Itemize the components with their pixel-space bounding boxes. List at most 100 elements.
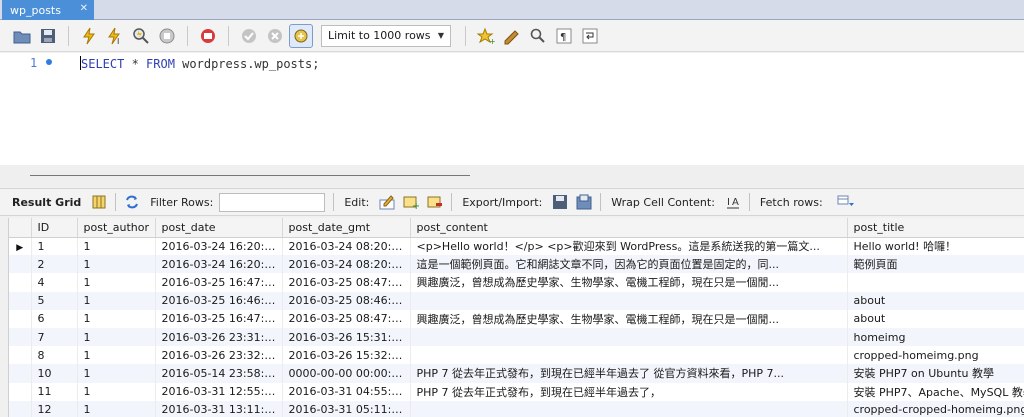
editor-horizontal-scrollbar[interactable] — [0, 165, 1024, 186]
fetch-rows-icon[interactable] — [837, 193, 855, 211]
result-grid-button[interactable]: Result Grid — [12, 196, 81, 209]
table-cell-post-author[interactable]: 1 — [77, 273, 156, 292]
result-grid[interactable]: ID post_author post_date post_date_gmt p… — [8, 218, 1024, 417]
open-folder-icon[interactable] — [10, 24, 34, 48]
wrap-icon[interactable] — [578, 24, 602, 48]
table-cell-post-date[interactable]: 2016-03-31 12:55:53 — [155, 382, 283, 401]
table-cell-post-content[interactable]: 這是一個範例頁面。它和網誌文章不同，因為它的頁面位置是固定的，同... — [410, 255, 848, 274]
table-cell-post-date[interactable]: 2016-03-25 16:47:12 — [155, 309, 283, 328]
table-cell-post-date[interactable]: 2016-05-14 23:58:31 — [155, 364, 283, 383]
table-cell-post-title[interactable]: 範例頁面 — [847, 255, 1024, 274]
table-row[interactable]: 11 1 2016-03-31 12:55:53 2016-03-31 04:55:5… — [9, 382, 1024, 401]
table-cell-post-title[interactable]: cropped-cropped-homeimg.png — [847, 400, 1024, 417]
column-header[interactable]: post_title — [847, 218, 1024, 238]
add-snippet-icon[interactable]: + — [474, 24, 498, 48]
table-cell-post-content[interactable] — [410, 291, 848, 310]
table-cell-post-date[interactable]: 2016-03-25 16:47:27 — [155, 273, 283, 292]
table-cell-id[interactable]: 6 — [31, 309, 78, 328]
table-cell-post-author[interactable]: 1 — [77, 400, 156, 417]
autocommit-icon[interactable] — [289, 23, 313, 48]
sql-code-line[interactable]: SELECT * FROM wordpress.wp_posts; — [80, 56, 319, 71]
table-cell-post-content[interactable]: 興趣廣泛，曾想成為歷史學家、生物學家、電機工程師，現在只是一個閒... — [410, 309, 848, 328]
table-cell-post-content[interactable]: <p>Hello world！</p> <p>歡迎來到 WordPress。這是… — [410, 237, 848, 256]
table-cell-post-date-gmt[interactable]: 2016-03-26 15:32:06 — [282, 346, 411, 365]
table-cell-post-date[interactable]: 2016-03-26 23:31:07 — [155, 327, 283, 347]
column-header[interactable]: post_date — [155, 218, 283, 238]
table-row[interactable]: 7 1 2016-03-26 23:31:07 2016-03-26 15:31:07… — [9, 327, 1024, 347]
column-header[interactable]: post_date_gmt — [282, 218, 411, 238]
edit-row-icon[interactable] — [378, 193, 396, 211]
execute-icon[interactable] — [77, 24, 101, 48]
table-cell-post-content[interactable]: PHP 7 從去年正式發布，到現在已經半年過去了， — [410, 382, 848, 401]
refresh-icon[interactable] — [123, 193, 141, 211]
table-cell-post-date-gmt[interactable]: 0000-00-00 00:00:00 — [282, 364, 411, 383]
table-row[interactable]: 6 1 2016-03-25 16:47:12 2016-03-25 08:47:12… — [9, 309, 1024, 328]
table-cell-post-date-gmt[interactable]: 2016-03-25 08:47:27 — [282, 273, 411, 292]
table-cell-post-date-gmt[interactable]: 2016-03-24 08:20:32 — [282, 255, 411, 274]
table-cell-id[interactable]: 5 — [31, 291, 78, 310]
table-cell-post-date-gmt[interactable]: 2016-03-31 04:55:53 — [282, 382, 411, 401]
table-cell-id[interactable]: 1 — [31, 237, 78, 256]
table-cell-post-author[interactable]: 1 — [77, 382, 156, 401]
filter-rows-input[interactable] — [219, 192, 326, 212]
commit-icon[interactable] — [237, 24, 261, 48]
table-cell-post-content[interactable]: PHP 7 從去年正式發布，到現在已經半年過去了 從官方資料來看，PHP 7..… — [410, 364, 848, 383]
table-cell-post-title[interactable] — [847, 273, 1024, 292]
table-cell-id[interactable]: 12 — [31, 400, 78, 417]
table-row[interactable]: 8 1 2016-03-26 23:32:06 2016-03-26 15:32:06… — [9, 346, 1024, 365]
table-cell-id[interactable]: 11 — [31, 382, 78, 401]
find-icon[interactable] — [526, 24, 550, 48]
limit-rows-select[interactable]: Limit to 1000 rows ▼ — [321, 24, 451, 47]
table-cell-post-date[interactable]: 2016-03-26 23:32:06 — [155, 346, 283, 365]
table-cell-post-title[interactable]: about — [847, 291, 1024, 310]
table-cell-post-date-gmt[interactable]: 2016-03-31 05:11:33 — [282, 400, 411, 417]
rollback-icon[interactable] — [263, 24, 287, 48]
table-cell-id[interactable]: 2 — [31, 255, 78, 274]
tab-wp-posts[interactable]: wp_posts ✕ — [2, 0, 94, 20]
table-cell-post-author[interactable]: 1 — [77, 291, 156, 310]
grid-view-icon[interactable] — [90, 193, 108, 211]
table-cell-post-author[interactable]: 1 — [77, 255, 156, 274]
table-cell-post-author[interactable]: 1 — [77, 346, 156, 365]
sql-editor[interactable]: 1 SELECT * FROM wordpress.wp_posts; — [0, 53, 1024, 165]
invisible-chars-icon[interactable]: ¶ — [552, 24, 576, 48]
table-cell-post-content[interactable] — [410, 327, 848, 347]
table-cell-post-title[interactable]: 安裝 PHP7 on Ubuntu 教學 — [847, 364, 1024, 383]
insert-row-icon[interactable]: + — [402, 193, 420, 211]
table-cell-id[interactable]: 10 — [31, 364, 78, 383]
column-header[interactable]: ID — [31, 218, 78, 238]
toggle-error-icon[interactable] — [196, 24, 220, 48]
table-cell-post-author[interactable]: 1 — [77, 327, 156, 347]
table-cell-post-content[interactable]: 興趣廣泛，曾想成為歷史學家、生物學家、電機工程師，現在只是一個閒... — [410, 273, 848, 292]
table-row[interactable]: 5 1 2016-03-25 16:46:45 2016-03-25 08:46:45… — [9, 291, 1024, 310]
export-icon[interactable] — [551, 193, 569, 211]
table-cell-id[interactable]: 8 — [31, 346, 78, 365]
import-icon[interactable] — [575, 193, 593, 211]
table-cell-post-author[interactable]: 1 — [77, 309, 156, 328]
table-cell-post-author[interactable]: 1 — [77, 364, 156, 383]
wrap-cell-icon[interactable]: IA — [724, 193, 742, 211]
table-row[interactable]: 2 1 2016-03-24 16:20:32 2016-03-24 08:20:32… — [9, 255, 1024, 274]
table-cell-post-date-gmt[interactable]: 2016-03-25 08:46:45 — [282, 291, 411, 310]
table-cell-post-content[interactable] — [410, 346, 848, 365]
table-cell-post-content[interactable] — [410, 400, 848, 417]
column-header[interactable]: post_author — [77, 218, 156, 238]
column-header[interactable]: post_content — [410, 218, 848, 238]
table-cell-post-date[interactable]: 2016-03-24 16:20:32 — [155, 237, 283, 256]
table-cell-post-date-gmt[interactable]: 2016-03-24 08:20:32 — [282, 237, 411, 256]
table-cell-post-title[interactable]: Hello world! 哈囉！ — [847, 237, 1024, 256]
close-tab-icon[interactable]: ✕ — [80, 3, 88, 14]
beautify-icon[interactable] — [500, 24, 524, 48]
table-cell-post-date[interactable]: 2016-03-31 13:11:33 — [155, 400, 283, 417]
delete-row-icon[interactable] — [426, 193, 444, 211]
stop-icon[interactable] — [155, 24, 179, 48]
table-cell-post-date-gmt[interactable]: 2016-03-26 15:31:07 — [282, 327, 411, 347]
table-row[interactable]: 12 1 2016-03-31 13:11:33 2016-03-31 05:11:3… — [9, 400, 1024, 417]
table-cell-post-date[interactable]: 2016-03-24 16:20:32 — [155, 255, 283, 274]
explain-icon[interactable] — [129, 24, 153, 48]
table-cell-post-title[interactable]: cropped-homeimg.png — [847, 346, 1024, 365]
table-cell-post-title[interactable]: about — [847, 309, 1024, 328]
table-cell-post-date-gmt[interactable]: 2016-03-25 08:47:12 — [282, 309, 411, 328]
table-cell-post-title[interactable]: homeimg — [847, 327, 1024, 347]
table-row[interactable]: ▶ 1 1 2016-03-24 16:20:32 2016-03-24 08:20:3… — [9, 237, 1024, 256]
